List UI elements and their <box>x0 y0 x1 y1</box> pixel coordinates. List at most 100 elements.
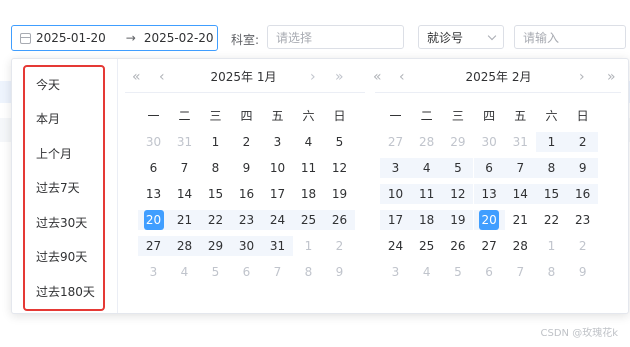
visit-type-select[interactable]: 就诊号 <box>418 25 504 49</box>
day-cell[interactable]: 28 <box>411 132 442 152</box>
day-cell[interactable]: 4 <box>169 262 200 282</box>
day-cell[interactable]: 8 <box>536 262 567 282</box>
day-cell[interactable]: 1 <box>293 236 324 256</box>
day-cell[interactable]: 23 <box>567 210 598 230</box>
next-month-button-left[interactable]: › <box>310 69 315 85</box>
day-cell[interactable]: 19 <box>324 184 355 204</box>
day-cell[interactable]: 5 <box>442 158 474 178</box>
day-cell[interactable]: 14 <box>504 184 536 204</box>
day-cell[interactable]: 4 <box>411 262 442 282</box>
day-cell[interactable]: 9 <box>231 158 262 178</box>
day-cell[interactable]: 12 <box>324 158 355 178</box>
day-cell[interactable]: 6 <box>473 158 505 178</box>
day-cell[interactable]: 9 <box>567 262 598 282</box>
day-cell[interactable]: 25 <box>411 236 442 256</box>
shortcut-today[interactable]: 今天 <box>36 76 60 93</box>
day-cell[interactable]: 18 <box>411 210 443 230</box>
day-cell[interactable]: 30 <box>138 132 169 152</box>
day-cell[interactable]: 2 <box>231 132 262 152</box>
day-cell[interactable]: 31 <box>505 132 536 152</box>
day-cell[interactable]: 25 <box>293 210 324 230</box>
day-cell[interactable]: 1 <box>536 132 567 152</box>
day-cell[interactable]: 4 <box>411 158 443 178</box>
day-cell[interactable]: 22 <box>200 210 231 230</box>
day-cell[interactable]: 9 <box>324 262 355 282</box>
date-range-picker[interactable]: 2025-01-20 → 2025-02-20 <box>11 25 218 51</box>
next-month-button[interactable]: › <box>579 69 584 85</box>
day-cell[interactable]: 19 <box>442 210 474 230</box>
shortcut-last-month[interactable]: 上个月 <box>36 145 72 162</box>
day-cell[interactable]: 8 <box>293 262 324 282</box>
day-cell[interactable]: 11 <box>293 158 324 178</box>
day-cell[interactable]: 5 <box>442 262 473 282</box>
shortcut-this-month[interactable]: 本月 <box>36 110 60 127</box>
day-cell[interactable]: 2 <box>567 132 599 152</box>
visit-number-input[interactable]: 请输入 <box>514 25 626 49</box>
day-cell[interactable]: 26 <box>442 236 473 256</box>
day-cell[interactable]: 7 <box>505 262 536 282</box>
day-cell[interactable]: 1 <box>200 132 231 152</box>
day-cell[interactable]: 7 <box>504 158 536 178</box>
day-cell[interactable]: 9 <box>567 158 599 178</box>
day-cell[interactable]: 28 <box>169 236 200 256</box>
day-cell[interactable]: 7 <box>169 158 200 178</box>
day-cell[interactable]: 22 <box>536 210 567 230</box>
day-cell[interactable]: 27 <box>380 132 411 152</box>
day-cell[interactable]: 27 <box>474 236 505 256</box>
day-cell[interactable]: 11 <box>411 184 443 204</box>
day-cell[interactable]: 23 <box>231 210 262 230</box>
shortcut-past-90-days[interactable]: 过去90天 <box>36 248 87 265</box>
selected-day-cell[interactable]: 20 <box>138 210 169 230</box>
day-cell[interactable]: 14 <box>169 184 200 204</box>
day-cell[interactable]: 18 <box>293 184 324 204</box>
day-cell[interactable]: 31 <box>262 236 293 256</box>
day-cell[interactable]: 30 <box>474 132 505 152</box>
day-cell[interactable]: 26 <box>324 210 355 230</box>
dept-select[interactable]: 请选择 <box>267 25 404 49</box>
day-cell[interactable]: 16 <box>231 184 262 204</box>
day-cell[interactable]: 29 <box>442 132 473 152</box>
shortcut-past-180-days[interactable]: 过去180天 <box>36 283 95 300</box>
day-cell[interactable]: 29 <box>200 236 231 256</box>
day-cell[interactable]: 10 <box>262 158 293 178</box>
day-cell[interactable]: 12 <box>442 184 474 204</box>
day-cell[interactable]: 8 <box>536 158 567 178</box>
day-cell[interactable]: 13 <box>473 184 505 204</box>
day-cell[interactable]: 6 <box>231 262 262 282</box>
day-cell[interactable]: 24 <box>380 236 411 256</box>
day-cell[interactable]: 6 <box>138 158 169 178</box>
day-cell[interactable]: 3 <box>138 262 169 282</box>
day-cell[interactable]: 21 <box>169 210 200 230</box>
day-cell[interactable]: 3 <box>262 132 293 152</box>
day-cell[interactable]: 27 <box>138 236 169 256</box>
shortcut-past-7-days[interactable]: 过去7天 <box>36 179 80 196</box>
day-cell[interactable]: 2 <box>324 236 355 256</box>
day-cell[interactable]: 28 <box>505 236 536 256</box>
day-cell[interactable]: 15 <box>200 184 231 204</box>
day-cell[interactable]: 3 <box>380 262 411 282</box>
day-cell[interactable]: 7 <box>262 262 293 282</box>
day-cell[interactable]: 24 <box>262 210 293 230</box>
next-year-button[interactable]: » <box>607 69 615 85</box>
shortcut-past-30-days[interactable]: 过去30天 <box>36 214 87 231</box>
day-cell[interactable]: 13 <box>138 184 169 204</box>
day-cell[interactable]: 5 <box>200 262 231 282</box>
day-cell[interactable]: 1 <box>536 236 567 256</box>
date-start-input[interactable]: 2025-01-20 <box>36 31 106 45</box>
next-year-button-left[interactable]: » <box>335 69 343 85</box>
day-cell[interactable]: 15 <box>536 184 567 204</box>
day-cell[interactable]: 5 <box>324 132 355 152</box>
day-cell[interactable]: 17 <box>262 184 293 204</box>
day-cell[interactable]: 31 <box>169 132 200 152</box>
day-cell[interactable]: 16 <box>567 184 599 204</box>
day-cell[interactable]: 10 <box>380 184 411 204</box>
day-cell[interactable]: 21 <box>505 210 536 230</box>
day-cell[interactable]: 30 <box>231 236 262 256</box>
selected-day-cell[interactable]: 20 <box>473 210 505 230</box>
day-cell[interactable]: 4 <box>293 132 324 152</box>
day-cell[interactable]: 2 <box>567 236 598 256</box>
day-cell[interactable]: 8 <box>200 158 231 178</box>
date-end-input[interactable]: 2025-02-20 <box>144 31 214 45</box>
day-cell[interactable]: 3 <box>380 158 411 178</box>
day-cell[interactable]: 17 <box>380 210 411 230</box>
